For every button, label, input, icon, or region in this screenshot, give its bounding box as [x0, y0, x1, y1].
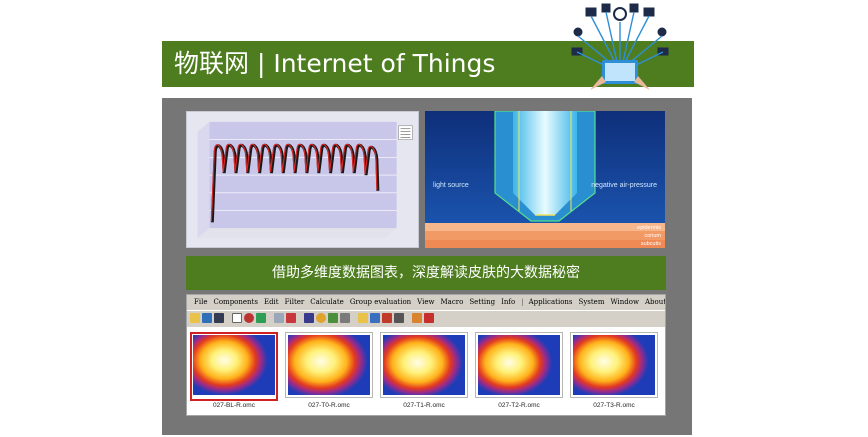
measure-icon[interactable]: [304, 312, 314, 323]
iot-network-illustration-icon: [571, 3, 669, 90]
thumbnail-frame: [285, 332, 373, 398]
export-icon[interactable]: [412, 312, 422, 323]
new-document-icon[interactable]: [232, 312, 242, 323]
print-icon[interactable]: [394, 312, 404, 323]
analysis-app-window: File Components Edit Filter Calculate Gr…: [186, 294, 666, 416]
line-chart-icon[interactable]: [274, 312, 284, 323]
thumbnail-frame: [190, 332, 278, 401]
menu-info[interactable]: Info: [501, 298, 515, 306]
menu-about[interactable]: About: [645, 298, 665, 306]
menu-separator: |: [521, 298, 524, 306]
grid-icon[interactable]: [256, 312, 266, 323]
data-insight-banner: 借助多维度数据图表，深度解读皮肤的大数据秘密: [186, 256, 666, 290]
menu-components[interactable]: Components: [213, 298, 257, 306]
open-folder-icon[interactable]: [190, 312, 200, 323]
thumbnail-027-t0-r[interactable]: 027-T0-R.omc: [285, 332, 373, 412]
matrix-icon[interactable]: [328, 312, 338, 323]
save-icon[interactable]: [214, 312, 224, 323]
menu-bar: File Components Edit Filter Calculate Gr…: [187, 295, 665, 309]
thumbnail-label: 027-T3-R.omc: [593, 402, 635, 409]
thumbnail-label: 027-T2-R.omc: [498, 402, 540, 409]
menu-file[interactable]: File: [194, 298, 207, 306]
layer-label-epidermis: epidermis: [637, 225, 661, 231]
menu-calculate[interactable]: Calculate: [310, 298, 344, 306]
target-icon[interactable]: [316, 312, 326, 323]
folder-icon[interactable]: [358, 312, 368, 323]
camera-icon[interactable]: [382, 312, 392, 323]
thumbnail-frame: [570, 332, 658, 398]
thumbnail-027-bl-r[interactable]: 027-BL-R.omc: [190, 332, 278, 412]
filter-icon[interactable]: [286, 312, 296, 323]
skin-sensor-diagram-image: light source negative air-pressure epide…: [425, 111, 665, 248]
menu-setting[interactable]: Setting: [469, 298, 495, 306]
thumbnail-label: 027-BL-R.omc: [213, 402, 255, 409]
layer-label-subcutis: subcutis: [641, 241, 661, 247]
light-source-label: light source: [433, 182, 469, 189]
thumbnail-frame: [475, 332, 563, 398]
thumbnail-label: 027-T0-R.omc: [308, 402, 350, 409]
response-curve-chart-image: [186, 111, 419, 248]
image-icon[interactable]: [370, 312, 380, 323]
menu-filter[interactable]: Filter: [285, 298, 305, 306]
bottle-icon[interactable]: [340, 312, 350, 323]
menu-macro[interactable]: Macro: [440, 298, 463, 306]
refresh-icon[interactable]: [244, 312, 254, 323]
menu-group-evaluation[interactable]: Group evaluation: [350, 298, 411, 306]
thumbnail-frame: [380, 332, 468, 398]
report-icon[interactable]: [424, 312, 434, 323]
thumbnail-strip: 027-BL-R.omc 027-T0-R.omc 027-T1-R.omc 0…: [187, 327, 665, 415]
menu-window[interactable]: Window: [610, 298, 639, 306]
menu-edit[interactable]: Edit: [264, 298, 279, 306]
thumbnail-027-t2-r[interactable]: 027-T2-R.omc: [475, 332, 563, 412]
menu-system[interactable]: System: [579, 298, 605, 306]
thumbnail-label: 027-T1-R.omc: [403, 402, 445, 409]
layer-label-corium: corium: [644, 233, 661, 239]
toolbar: [187, 310, 665, 324]
menu-applications[interactable]: Applications: [529, 298, 573, 306]
thumbnail-027-t1-r[interactable]: 027-T1-R.omc: [380, 332, 468, 412]
database-icon[interactable]: [202, 312, 212, 323]
negative-air-pressure-label: negative air-pressure: [591, 182, 657, 189]
menu-view[interactable]: View: [417, 298, 434, 306]
thumbnail-027-t3-r[interactable]: 027-T3-R.omc: [570, 332, 658, 412]
